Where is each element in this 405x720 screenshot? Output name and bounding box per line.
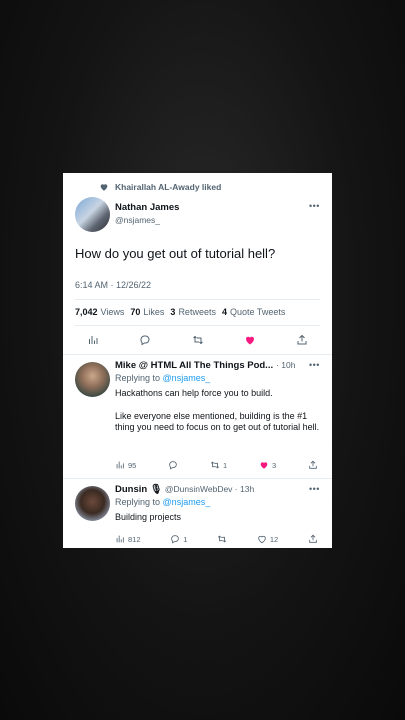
reply-icon [171,535,179,544]
tweet-timestamp[interactable]: 6:14 AM · 12/26/22 [75,280,151,290]
divider [63,354,332,355]
replying-handle-link[interactable]: @nsjames_ [163,497,211,507]
retweets-stat[interactable]: 3 Retweets [170,307,216,317]
reply-icon[interactable] [139,334,151,346]
reply-header: Mike @ HTML All The Things Pod... · 10h [115,360,295,371]
reply-text: Building projects [115,512,182,522]
more-options-icon[interactable]: ••• [309,360,320,370]
replying-to: Replying to @nsjames_ [115,497,211,507]
divider [75,299,320,300]
views-stat[interactable]: 7,042 Views [75,307,124,317]
analytics-icon [116,535,124,543]
author-handle[interactable]: @nsjames_ [115,215,179,225]
more-options-icon[interactable]: ••• [309,484,320,494]
views-action[interactable]: 812 [115,534,141,544]
quotes-stat[interactable]: 4 Quote Tweets [222,307,285,317]
share-action[interactable] [308,460,318,470]
reply-actions: 95 1 3 [115,460,318,470]
more-options-icon[interactable]: ••• [309,201,320,211]
reply-tweet[interactable]: Dunsin 🎙 @DunsinWebDev · 13h ••• Replyin… [63,484,332,548]
retweet-icon [210,461,220,469]
liked-by-row: Khairallah AL-Awady liked [99,181,221,193]
views-action[interactable]: 95 [115,460,136,470]
heart-filled-icon [260,462,268,469]
heart-icon [100,184,108,191]
like-action[interactable]: 12 [257,534,278,544]
divider [75,325,320,326]
avatar[interactable] [75,486,110,521]
author-block: Nathan James @nsjames_ [115,202,179,225]
reply-icon [169,461,177,470]
reply-author-name[interactable]: Dunsin 🎙 [115,484,162,495]
divider [63,478,332,479]
reply-tweet[interactable]: Mike @ HTML All The Things Pod... · 10h … [63,360,332,470]
analytics-icon [116,461,124,469]
analytics-icon[interactable] [87,334,99,346]
reply-action[interactable]: 1 [170,534,187,544]
reply-actions: 812 1 12 [115,534,318,544]
heart-filled-icon[interactable] [244,334,256,346]
avatar[interactable] [75,362,110,397]
likes-stat[interactable]: 70 Likes [130,307,164,317]
share-action[interactable] [308,534,318,544]
share-icon [309,534,317,543]
reply-handle-time[interactable]: @DunsinWebDev · 13h [165,484,254,494]
tweet-stats: 7,042 Views 70 Likes 3 Retweets 4 Quote Twee… [75,307,285,317]
tweet-card: Khairallah AL-Awady liked Nathan James @… [63,173,332,548]
liked-by-text[interactable]: Khairallah AL-Awady liked [115,182,221,192]
reply-header: Dunsin 🎙 @DunsinWebDev · 13h [115,484,254,495]
retweet-icon[interactable] [192,334,204,346]
replying-to: Replying to @nsjames_ [115,373,211,383]
reply-time[interactable]: · 10h [276,360,295,370]
reply-text: Hackathons can help force you to build. … [115,388,320,432]
share-icon[interactable] [296,334,308,346]
author-name[interactable]: Nathan James [115,202,179,213]
retweet-action[interactable] [217,534,227,544]
retweet-action[interactable]: 1 [210,460,227,470]
retweet-icon [218,535,227,543]
share-icon [309,460,317,469]
reply-author-name[interactable]: Mike @ HTML All The Things Pod... [115,360,273,371]
replying-handle-link[interactable]: @nsjames_ [163,373,211,383]
tweet-actions [87,333,308,347]
heart-icon [258,535,266,544]
like-action[interactable]: 3 [259,460,276,470]
reply-action[interactable] [168,460,178,470]
avatar[interactable] [75,197,110,232]
tweet-text: How do you get out of tutorial hell? [75,246,276,261]
